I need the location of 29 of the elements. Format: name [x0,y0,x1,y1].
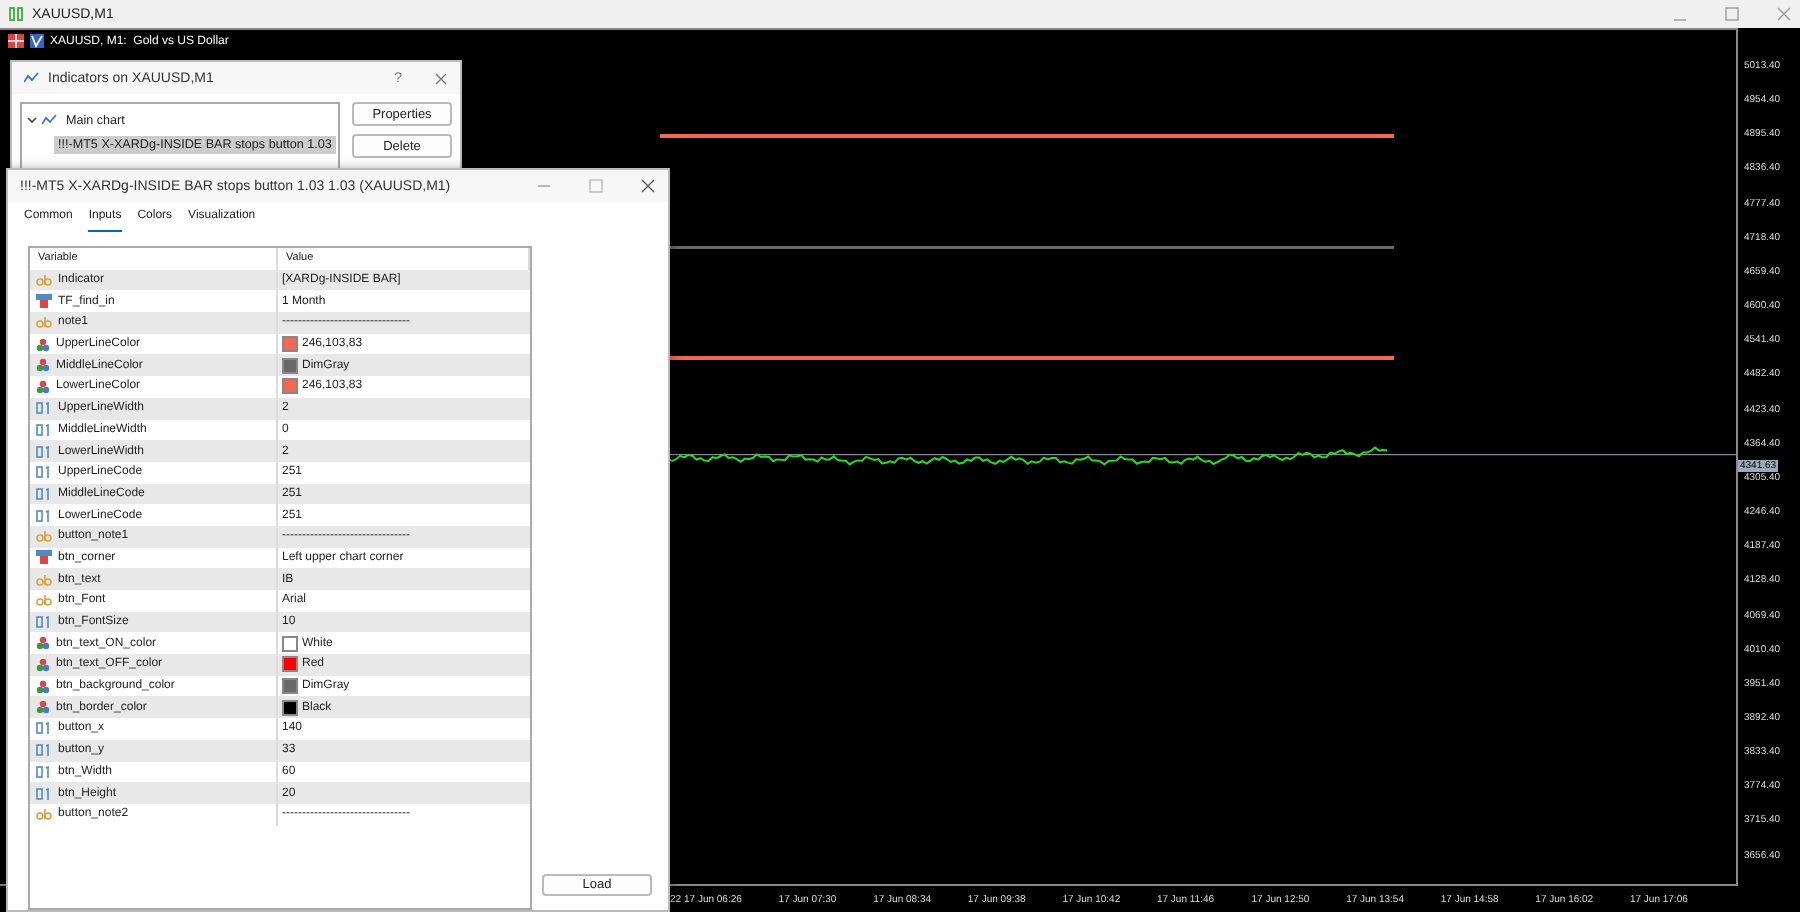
number-type-icon [36,402,52,415]
number-type-icon [36,722,52,735]
indicator-icon [42,114,58,126]
number-type-icon [36,487,52,500]
maximize-icon[interactable] [588,178,604,194]
text-type-icon [36,316,52,329]
number-type-icon [36,616,52,629]
text-type-icon [36,274,52,287]
text-type-icon [36,808,52,821]
collapse-icon[interactable] [26,114,38,126]
number-type-icon [36,509,52,522]
number-type-icon [36,445,52,458]
list-type-icon [36,550,52,565]
text-type-icon [36,530,52,543]
grid-icon [8,34,24,48]
number-type-icon [36,466,52,479]
maximize-icon[interactable] [1724,6,1740,22]
close-icon[interactable] [434,71,448,85]
close-icon[interactable] [640,178,656,194]
text-type-icon [36,594,52,607]
number-type-icon [36,787,52,800]
number-type-icon [36,744,52,757]
text-type-icon [36,573,52,586]
flag-icon [30,34,44,48]
indicator-icon [24,72,40,84]
list-type-icon [36,294,52,309]
chart-icon [8,6,24,22]
number-type-icon [36,765,52,778]
number-type-icon [36,423,52,436]
